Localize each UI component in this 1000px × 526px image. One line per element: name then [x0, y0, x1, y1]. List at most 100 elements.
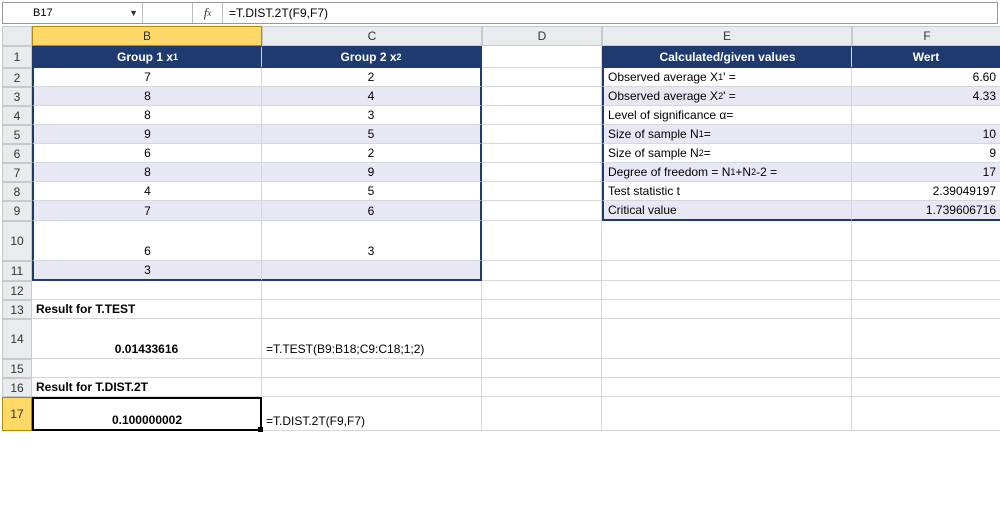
cell-e14[interactable]	[602, 319, 852, 359]
cell-e6[interactable]: Size of sample N2=	[602, 144, 852, 163]
row-header-9[interactable]: 9	[2, 201, 32, 221]
cell-f4[interactable]	[852, 106, 1000, 125]
col-header-e[interactable]: E	[602, 26, 852, 46]
cell-d8[interactable]	[482, 182, 602, 201]
row-header-13[interactable]: 13	[2, 300, 32, 319]
cell-c14[interactable]: =T.TEST(B9:B18;C9:C18;1;2)	[262, 319, 482, 359]
cell-c10[interactable]: 3	[262, 221, 482, 261]
cell-c6[interactable]: 2	[262, 144, 482, 163]
cell-d1[interactable]	[482, 46, 602, 68]
cell-e7[interactable]: Degree of freedom = N1+N2-2 =	[602, 163, 852, 182]
cell-c17[interactable]: =T.DIST.2T(F9,F7)	[262, 397, 482, 431]
row-header-17[interactable]: 17	[2, 397, 32, 431]
cell-b14[interactable]: 0.01433616	[32, 319, 262, 359]
select-all-corner[interactable]	[2, 26, 32, 46]
cell-f12[interactable]	[852, 281, 1000, 300]
cell-b9[interactable]: 7	[32, 201, 262, 221]
row-header-3[interactable]: 3	[2, 87, 32, 106]
row-header-10[interactable]: 10	[2, 221, 32, 261]
cell-b5[interactable]: 9	[32, 125, 262, 144]
cell-f8[interactable]: 2.39049197	[852, 182, 1000, 201]
cell-f11[interactable]	[852, 261, 1000, 281]
cell-e8[interactable]: Test statistic t	[602, 182, 852, 201]
cell-d6[interactable]	[482, 144, 602, 163]
row-header-7[interactable]: 7	[2, 163, 32, 182]
cell-b8[interactable]: 4	[32, 182, 262, 201]
cell-b10[interactable]: 6	[32, 221, 262, 261]
cell-d5[interactable]	[482, 125, 602, 144]
cell-f16[interactable]	[852, 378, 1000, 397]
cell-c11[interactable]	[262, 261, 482, 281]
cell-c2[interactable]: 2	[262, 68, 482, 87]
cell-c5[interactable]: 5	[262, 125, 482, 144]
cell-d13[interactable]	[482, 300, 602, 319]
row-header-2[interactable]: 2	[2, 68, 32, 87]
row-header-6[interactable]: 6	[2, 144, 32, 163]
cell-f10[interactable]	[852, 221, 1000, 261]
formula-input[interactable]	[223, 3, 997, 23]
cell-e17[interactable]	[602, 397, 852, 431]
row-header-16[interactable]: 16	[2, 378, 32, 397]
cell-c16[interactable]	[262, 378, 482, 397]
cell-b3[interactable]: 8	[32, 87, 262, 106]
row-header-1[interactable]: 1	[2, 46, 32, 68]
cell-b17[interactable]: 0.100000002	[32, 397, 262, 431]
cell-e1[interactable]: Calculated/given values	[602, 46, 852, 68]
cell-d17[interactable]	[482, 397, 602, 431]
cell-e3[interactable]: Observed average X2' =	[602, 87, 852, 106]
cell-f9[interactable]: 1.739606716	[852, 201, 1000, 221]
cell-f7[interactable]: 17	[852, 163, 1000, 182]
cell-d3[interactable]	[482, 87, 602, 106]
fx-icon[interactable]: fx	[193, 3, 223, 23]
chevron-down-icon[interactable]: ▼	[129, 8, 138, 18]
cell-e9[interactable]: Critical value	[602, 201, 852, 221]
cell-f14[interactable]	[852, 319, 1000, 359]
col-header-f[interactable]: F	[852, 26, 1000, 46]
cell-b13[interactable]: Result for T.TEST	[32, 300, 262, 319]
cell-d4[interactable]	[482, 106, 602, 125]
cell-e13[interactable]	[602, 300, 852, 319]
cell-b11[interactable]: 3	[32, 261, 262, 281]
cell-c9[interactable]: 6	[262, 201, 482, 221]
row-header-12[interactable]: 12	[2, 281, 32, 300]
cell-c1[interactable]: Group 2 x2	[262, 46, 482, 68]
cell-f1[interactable]: Wert	[852, 46, 1000, 68]
cell-b7[interactable]: 8	[32, 163, 262, 182]
cell-b6[interactable]: 6	[32, 144, 262, 163]
cell-e11[interactable]	[602, 261, 852, 281]
cell-e4[interactable]: Level of significance α=	[602, 106, 852, 125]
row-header-4[interactable]: 4	[2, 106, 32, 125]
cell-e2[interactable]: Observed average X1' =	[602, 68, 852, 87]
cell-b1[interactable]: Group 1 x1	[32, 46, 262, 68]
cell-c4[interactable]: 3	[262, 106, 482, 125]
cell-c8[interactable]: 5	[262, 182, 482, 201]
cell-d16[interactable]	[482, 378, 602, 397]
cell-d12[interactable]	[482, 281, 602, 300]
cell-f3[interactable]: 4.33	[852, 87, 1000, 106]
cell-d11[interactable]	[482, 261, 602, 281]
col-header-d[interactable]: D	[482, 26, 602, 46]
col-header-c[interactable]: C	[262, 26, 482, 46]
cell-e5[interactable]: Size of sample N1=	[602, 125, 852, 144]
cell-e16[interactable]	[602, 378, 852, 397]
cell-d10[interactable]	[482, 221, 602, 261]
cell-f17[interactable]	[852, 397, 1000, 431]
cell-f6[interactable]: 9	[852, 144, 1000, 163]
cell-d14[interactable]	[482, 319, 602, 359]
cell-c15[interactable]	[262, 359, 482, 378]
row-header-14[interactable]: 14	[2, 319, 32, 359]
row-header-11[interactable]: 11	[2, 261, 32, 281]
col-header-b[interactable]: B	[32, 26, 262, 46]
cell-b12[interactable]	[32, 281, 262, 300]
cell-b15[interactable]	[32, 359, 262, 378]
cell-b2[interactable]: 7	[32, 68, 262, 87]
cell-f13[interactable]	[852, 300, 1000, 319]
cell-b16[interactable]: Result for T.DIST.2T	[32, 378, 262, 397]
cell-f2[interactable]: 6.60	[852, 68, 1000, 87]
cell-d2[interactable]	[482, 68, 602, 87]
cell-d15[interactable]	[482, 359, 602, 378]
cell-c3[interactable]: 4	[262, 87, 482, 106]
cell-d7[interactable]	[482, 163, 602, 182]
row-header-15[interactable]: 15	[2, 359, 32, 378]
row-header-8[interactable]: 8	[2, 182, 32, 201]
